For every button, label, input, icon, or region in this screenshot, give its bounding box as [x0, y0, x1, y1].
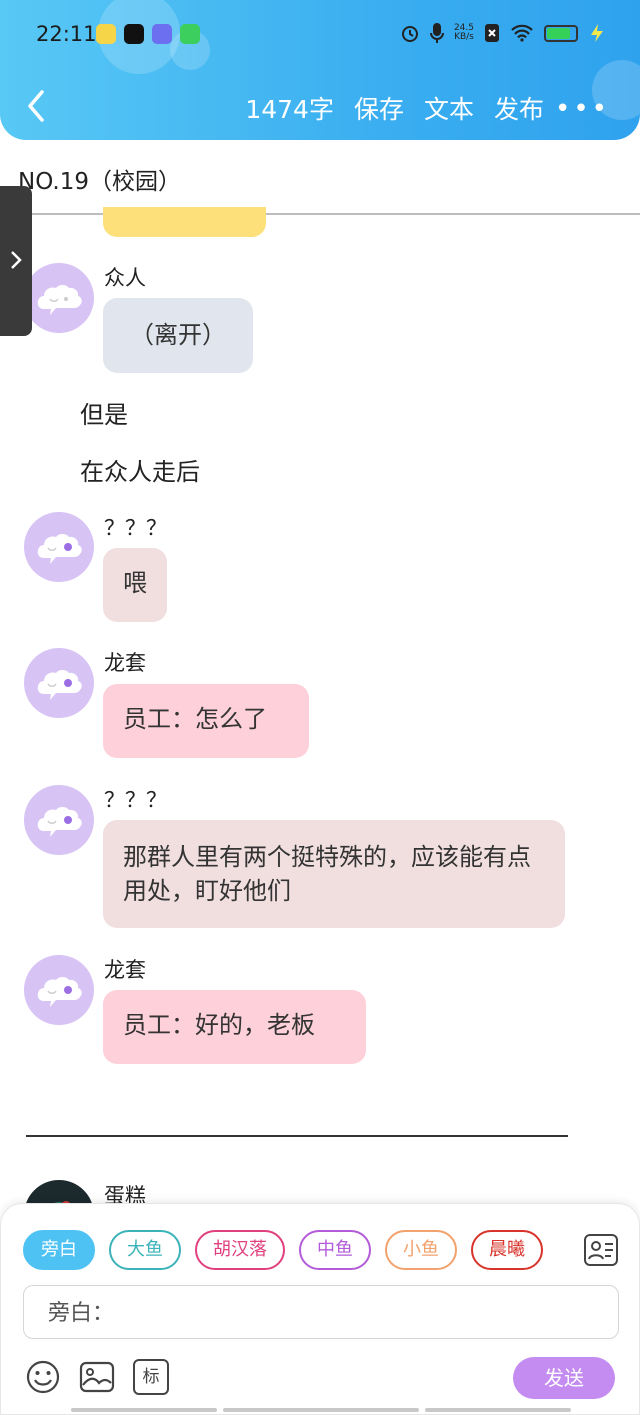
app-icon: [96, 24, 116, 44]
message-input-box[interactable]: [23, 1285, 619, 1339]
text-button[interactable]: 文本: [424, 90, 474, 126]
word-count: 1474字: [245, 95, 334, 124]
status-time: 22:11: [36, 22, 97, 46]
role-chip[interactable]: 晨曦: [471, 1230, 543, 1270]
message-bubble[interactable]: 员工：好的，老板: [103, 990, 366, 1064]
publish-button[interactable]: 发布: [494, 90, 544, 126]
net-speed: 24.5 KB/s: [454, 24, 474, 42]
chevron-right-icon: [11, 251, 22, 269]
cloud-face-icon: [37, 670, 82, 700]
scroll-indicator: [223, 1408, 419, 1412]
tag-button[interactable]: 标: [133, 1359, 169, 1395]
battery-icon: [544, 24, 578, 42]
avatar[interactable]: [24, 512, 94, 582]
status-indicators: 24.5 KB/s: [400, 22, 606, 44]
message-bubble[interactable]: （离开）: [103, 298, 253, 373]
wifi-icon: [511, 24, 533, 42]
tiktok-icon: [124, 24, 144, 44]
cloud-face-icon: [37, 534, 82, 564]
title-divider: [0, 213, 640, 215]
side-drawer-handle[interactable]: [0, 186, 32, 336]
scroll-indicator: [425, 1408, 571, 1412]
previous-message-bubble: [103, 207, 266, 237]
net-speed-unit: KB/s: [454, 32, 474, 42]
tag-label: 标: [142, 1367, 160, 1387]
message-bubble[interactable]: 喂: [103, 548, 167, 622]
emoji-icon[interactable]: [25, 1359, 61, 1395]
speaker-name: ？？？: [104, 516, 167, 540]
role-chips: 旁白 大鱼 胡汉落 中鱼 小鱼 晨曦: [23, 1230, 543, 1270]
avatar[interactable]: [24, 955, 94, 1025]
message-bubble[interactable]: 员工：怎么了: [103, 684, 309, 758]
save-button[interactable]: 保存: [354, 90, 404, 126]
close-notification-icon: [485, 24, 499, 42]
editor-toolbar: 1474字 保存 文本 发布: [245, 90, 544, 126]
microphone-icon: [429, 23, 444, 43]
back-arrow-icon[interactable]: [22, 88, 52, 124]
send-button[interactable]: 发送: [513, 1357, 615, 1399]
more-menu-button[interactable]: •••: [555, 94, 610, 124]
contact-card-icon[interactable]: [583, 1232, 619, 1268]
narration-text: 在众人走后: [80, 458, 200, 486]
role-chip[interactable]: 中鱼: [299, 1230, 371, 1270]
battery-level: [547, 27, 570, 39]
speaker-name: 龙套: [104, 651, 146, 675]
status-app-icons: [96, 24, 200, 44]
top-header: 22:11 24.5 KB/s 1474字 保存 文本 发布 •••: [0, 0, 640, 140]
avatar[interactable]: [24, 263, 94, 333]
role-chip[interactable]: 旁白: [23, 1230, 95, 1270]
charging-icon: [591, 24, 603, 42]
image-icon[interactable]: [79, 1359, 115, 1395]
document-title: NO.19（校园）: [18, 169, 181, 195]
narration-text: 但是: [80, 401, 128, 429]
speaker-name: 龙套: [104, 958, 146, 982]
role-chip[interactable]: 小鱼: [385, 1230, 457, 1270]
compose-panel: 旁白大鱼胡汉落中鱼小鱼晨曦 标 发送: [0, 1203, 640, 1415]
cloud-face-icon: [37, 977, 82, 1007]
avatar[interactable]: [24, 785, 94, 855]
cloud-face-icon: [37, 807, 82, 837]
speaker-name: 众人: [104, 266, 146, 290]
app-icon: [152, 24, 172, 44]
message-bubble[interactable]: 那群人里有两个挺特殊的，应该能有点用处，盯好他们: [103, 820, 565, 928]
alarm-icon: [401, 26, 418, 42]
avatar[interactable]: [24, 648, 94, 718]
video-app-icon: [180, 24, 200, 44]
role-chip[interactable]: 大鱼: [109, 1230, 181, 1270]
role-chip[interactable]: 胡汉落: [195, 1230, 285, 1270]
scroll-indicator: [71, 1408, 217, 1412]
message-input[interactable]: [48, 1296, 588, 1330]
cloud-face-icon: [37, 285, 82, 315]
speaker-name: ？？？: [104, 788, 167, 812]
section-divider: [26, 1135, 568, 1137]
